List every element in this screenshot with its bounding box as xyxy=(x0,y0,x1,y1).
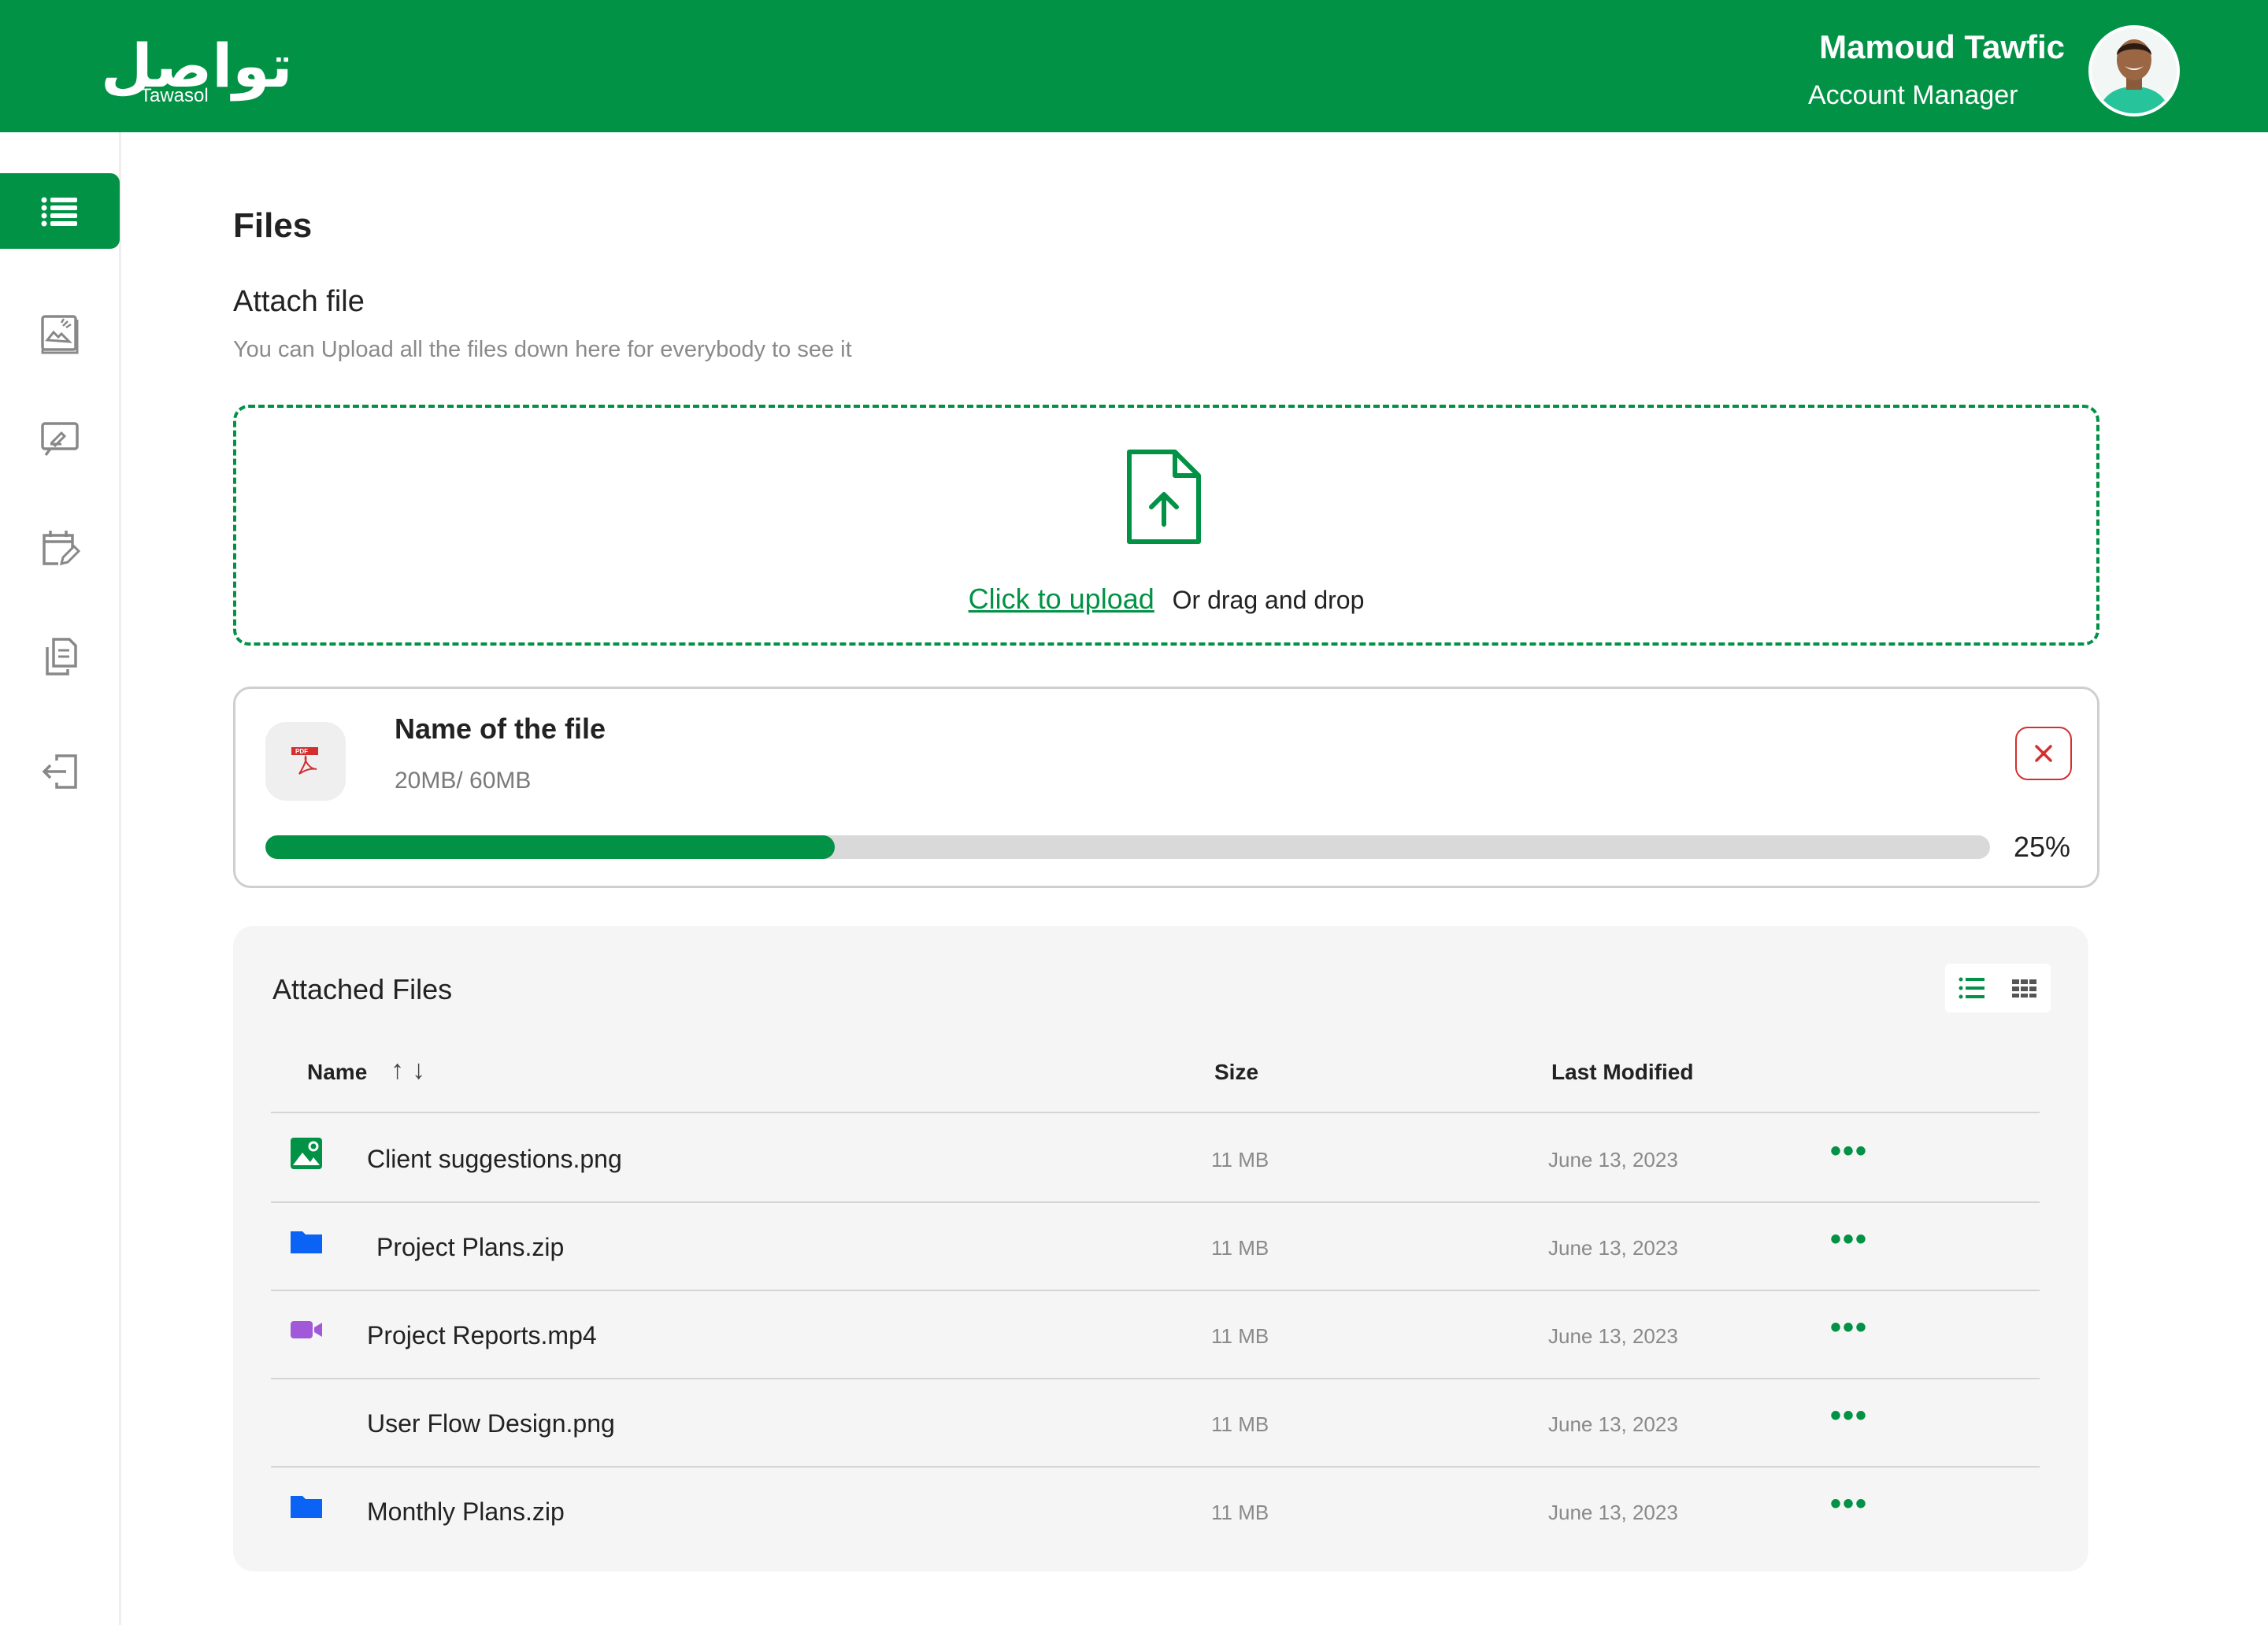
upload-progress-percent: 25% xyxy=(2014,831,2071,863)
drag-drop-text: Or drag and drop xyxy=(1172,586,1365,614)
upload-progress-card: PDF Name of the file 20MB/ 60MB 25% xyxy=(233,687,2099,888)
whiteboard-icon xyxy=(41,422,79,457)
table-row[interactable]: Project Plans.zip 11 MB June 13, 2023 ••… xyxy=(271,1201,2040,1290)
file-upload-icon xyxy=(1127,450,1201,544)
file-size: 11 MB xyxy=(1211,1501,1269,1524)
attached-files-panel: Attached Files Name ↑ ↓ Size Last Modifi… xyxy=(233,926,2088,1571)
sidebar-item-logout[interactable] xyxy=(0,734,120,809)
pdf-file-badge: PDF xyxy=(265,722,346,801)
grid-view-icon xyxy=(2011,979,2036,998)
file-date: June 13, 2023 xyxy=(1548,1236,1678,1260)
file-date: June 13, 2023 xyxy=(1548,1148,1678,1172)
file-date: June 13, 2023 xyxy=(1548,1324,1678,1348)
sidebar-item-files[interactable] xyxy=(0,173,120,249)
pdf-icon: PDF xyxy=(291,747,318,775)
logo-english-text: Tawasol xyxy=(140,85,209,106)
file-name: Client suggestions.png xyxy=(367,1145,622,1173)
file-name: Monthly Plans.zip xyxy=(367,1497,565,1526)
sidebar xyxy=(0,132,121,1625)
file-size: 11 MB xyxy=(1211,1148,1269,1172)
avatar[interactable] xyxy=(2088,25,2180,117)
documents-icon xyxy=(46,638,77,676)
page-title: Files xyxy=(233,206,313,245)
upload-file-name: Name of the file xyxy=(395,713,606,745)
image-icon xyxy=(291,1138,322,1169)
list-icon xyxy=(41,197,77,227)
table-row[interactable]: User Flow Design.png 11 MB June 13, 2023… xyxy=(271,1378,2040,1466)
attach-file-subtitle: You can Upload all the files down here f… xyxy=(233,337,852,362)
close-icon xyxy=(2035,745,2052,762)
click-to-upload-link[interactable]: Click to upload xyxy=(969,583,1154,615)
upload-progress-bar xyxy=(265,835,1990,859)
top-header: تواصل Tawasol Mamoud Tawfic Account Mana… xyxy=(0,0,2268,132)
tawasol-logo[interactable]: تواصل Tawasol xyxy=(101,28,293,110)
list-view-button[interactable] xyxy=(1945,964,1998,1012)
attached-files-title: Attached Files xyxy=(272,973,453,1005)
file-size: 11 MB xyxy=(1211,1412,1269,1436)
sort-descending-icon[interactable]: ↓ xyxy=(412,1055,425,1086)
grid-view-button[interactable] xyxy=(1998,964,2051,1012)
column-header-size[interactable]: Size xyxy=(1214,1060,1258,1085)
table-row[interactable]: Project Reports.mp4 11 MB June 13, 2023 … xyxy=(271,1290,2040,1378)
name-sort-controls: ↑ ↓ xyxy=(391,1055,425,1086)
column-header-last-modified[interactable]: Last Modified xyxy=(1551,1060,1693,1085)
table-row[interactable]: Monthly Plans.zip 11 MB June 13, 2023 ••… xyxy=(271,1466,2040,1554)
avatar-person-icon xyxy=(2092,28,2177,113)
file-name: Project Reports.mp4 xyxy=(367,1321,597,1349)
file-date: June 13, 2023 xyxy=(1548,1412,1678,1436)
cancel-upload-button[interactable] xyxy=(2015,727,2072,780)
svg-text:PDF: PDF xyxy=(295,748,308,755)
image-edit-icon xyxy=(41,315,79,354)
view-toggle xyxy=(1945,964,2051,1012)
sidebar-item-documents[interactable] xyxy=(0,619,120,694)
upload-dropzone[interactable]: Click to upload Or drag and drop xyxy=(233,405,2099,646)
folder-icon xyxy=(291,1496,322,1518)
upload-file-size: 20MB/ 60MB xyxy=(395,768,532,794)
dropzone-text: Click to upload Or drag and drop xyxy=(236,583,2096,616)
file-size: 11 MB xyxy=(1211,1324,1269,1348)
user-role: Account Manager xyxy=(1808,80,2018,110)
more-options-button[interactable]: ••• xyxy=(1830,1223,1868,1255)
sidebar-item-presentations[interactable] xyxy=(0,402,120,477)
more-options-button[interactable]: ••• xyxy=(1830,1488,1868,1520)
logout-icon xyxy=(42,754,77,789)
column-header-name[interactable]: Name xyxy=(307,1060,367,1085)
list-view-icon xyxy=(1959,977,1984,999)
more-options-button[interactable]: ••• xyxy=(1830,1135,1868,1167)
user-name: Mamoud Tawfic xyxy=(1819,28,2065,65)
more-options-button[interactable]: ••• xyxy=(1830,1400,1868,1431)
folder-icon xyxy=(291,1231,322,1253)
sidebar-item-media[interactable] xyxy=(0,296,120,372)
attach-file-title: Attach file xyxy=(233,285,365,318)
file-size: 11 MB xyxy=(1211,1236,1269,1260)
calendar-edit-icon xyxy=(43,531,81,566)
file-name: Project Plans.zip xyxy=(376,1233,565,1261)
video-icon xyxy=(291,1321,322,1338)
upload-progress-fill xyxy=(265,835,835,859)
file-name: User Flow Design.png xyxy=(367,1409,615,1438)
table-row[interactable]: Client suggestions.png 11 MB June 13, 20… xyxy=(271,1113,2040,1201)
more-options-button[interactable]: ••• xyxy=(1830,1312,1868,1343)
sidebar-item-calendar[interactable] xyxy=(0,510,120,586)
sort-ascending-icon[interactable]: ↑ xyxy=(391,1055,404,1086)
file-date: June 13, 2023 xyxy=(1548,1501,1678,1524)
